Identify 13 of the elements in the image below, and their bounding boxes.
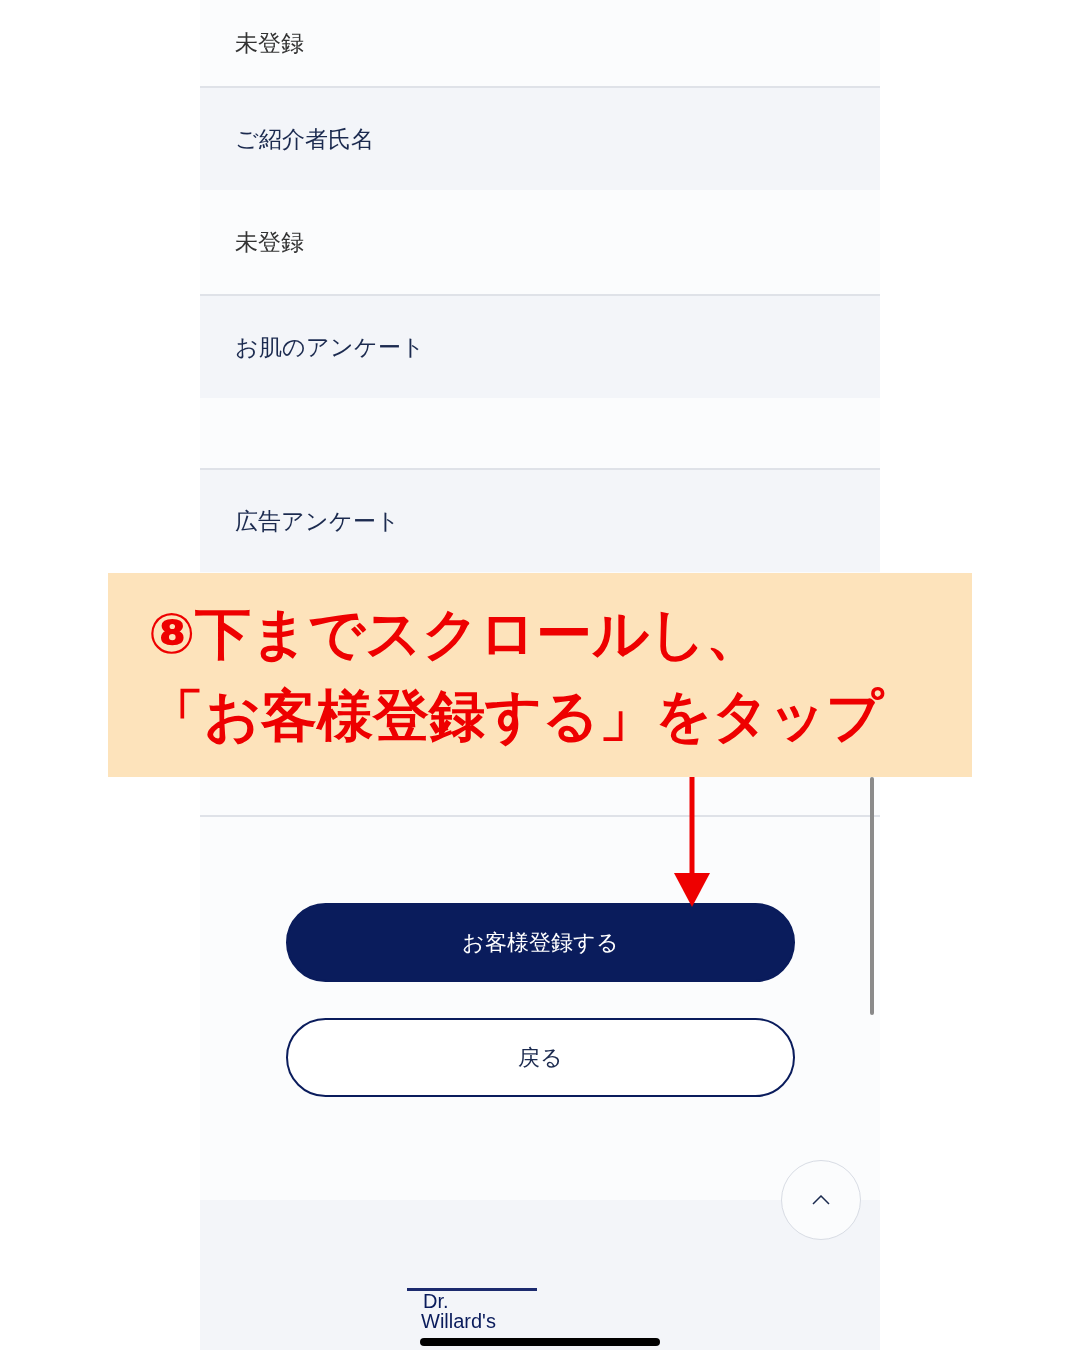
section-title: お肌のアンケート — [235, 332, 425, 362]
logo-text: Dr. — [422, 1291, 450, 1311]
field-value: 未登録 — [235, 227, 304, 257]
back-button[interactable]: 戻る — [285, 1018, 795, 1097]
annotation-text: 「お客様登録する」をタップ — [148, 685, 886, 747]
section-title: 広告アンケート — [235, 506, 400, 536]
field-value: 未登録 — [235, 28, 304, 58]
section-title: ご紹介者氏名 — [235, 124, 374, 154]
chevron-up-icon — [812, 1195, 830, 1205]
annotation-text: ⑧下までスクロールし、 — [148, 603, 764, 665]
arrow-icon — [672, 777, 712, 907]
register-button[interactable]: お客様登録する — [285, 903, 795, 982]
logo-text: Willard's — [420, 1311, 497, 1331]
